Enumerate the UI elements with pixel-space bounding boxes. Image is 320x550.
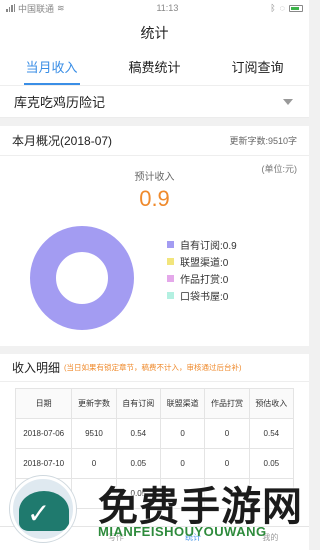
bluetooth-icon: ᛒ [270,3,276,13]
mute-icon: ◌ [279,3,285,13]
bottom-nav-stats[interactable]: 统计 [155,527,232,550]
table-cell: 0.54 [248,418,295,449]
legend-swatch [167,292,174,299]
income-detail-title: 收入明细 [12,361,61,375]
table-cell [248,478,295,509]
table-cell: 0.05 [115,448,161,479]
table-header-cell: 自有订阅 [115,388,161,419]
tab-subscription-query[interactable]: 订阅查询 [206,50,309,85]
book-selector[interactable]: 库克吃鸡历险记 [0,86,309,118]
table-cell: 0.05 [115,478,161,509]
bottom-nav-write[interactable]: 写作 [77,527,154,550]
table-header-cell: 更新字数 [71,388,117,419]
status-bar: 中国联通 ≋ 11:13 ᛒ ◌ [0,0,309,16]
table-row: 2018-07-10 0 0.05 0 0 0.05 [14,448,295,479]
overview-title: 本月概况(2018-07) [12,134,113,148]
legend-item: 联盟渠道:0 [167,253,237,270]
table-cell: 0.54 [115,418,161,449]
table-row: 0.05 [14,478,295,509]
legend-label: 口袋书屋:0 [180,292,229,303]
signal-icon [6,4,15,12]
clock: 11:13 [156,3,179,13]
bottom-nav-me[interactable]: 我的 [232,527,309,550]
table-cell [204,478,250,509]
table-row: 2018-07-06 9510 0.54 0 0 0.54 [14,418,295,449]
table-header-cell: 日期 [14,388,73,419]
legend-label: 自有订阅:0.9 [180,241,237,252]
legend-item: 作品打赏:0 [167,270,237,287]
legend-swatch [167,258,174,265]
tab-monthly-income[interactable]: 当月收入 [0,50,103,85]
donut-slice-0 [30,226,134,330]
table-cell: 2018-07-06 [14,418,73,449]
chart-legend: 自有订阅:0.9 联盟渠道:0 作品打赏:0 口袋书屋:0 [167,236,237,304]
table-header-cell: 作品打赏 [204,388,250,419]
table-header-cell: 联盟渠道 [159,388,206,419]
legend-swatch [167,275,174,282]
table-cell: 0 [71,448,117,479]
battery-icon [289,4,303,12]
page-title: 统计 [140,25,169,41]
table-cell: 0 [159,448,206,479]
table-cell: 0 [204,448,250,479]
table-cell [14,478,73,509]
tab-bar: 当月收入 稿费统计 订阅查询 [0,50,309,86]
estimated-income-label: 预计收入 [134,172,175,183]
legend-label: 作品打赏:0 [180,275,229,286]
legend-item: 口袋书屋:0 [167,287,237,304]
table-cell [159,478,206,509]
income-table: 日期 更新字数 自有订阅 联盟渠道 作品打赏 预估收入 2018-07-06 9510 0.5… [14,388,295,509]
table-cell [71,478,117,509]
income-donut-chart [30,226,134,330]
income-detail: 收入明细 (当日如果有锁定章节，稿费不计入，审核通过后台补) 日期 更新字数 自有订… [0,354,309,550]
tab-royalty-stats[interactable]: 稿费统计 [103,50,206,85]
carrier-label: 中国联通 [18,3,55,14]
update-word-count: 更新字数:9510字 [229,136,297,146]
book-name: 库克吃鸡历险记 [14,95,106,110]
chevron-down-icon [283,98,293,105]
legend-swatch [167,241,174,248]
bottom-nav: 消息 写作 统计 我的 [0,526,309,550]
estimated-income-value: 0.9 [139,186,170,211]
table-cell: 0 [159,418,206,449]
nav-bar: 统计 [0,16,309,50]
legend-item: 自有订阅:0.9 [167,236,237,253]
bottom-nav-messages[interactable]: 消息 [0,527,77,550]
income-detail-note: (当日如果有锁定章节，稿费不计入，审核通过后台补) [64,363,242,372]
legend-label: 联盟渠道:0 [180,258,229,269]
table-cell: 0 [204,418,250,449]
wifi-icon: ≋ [57,2,65,13]
table-header-cell: 预估收入 [248,388,295,419]
table-cell: 0.05 [248,448,295,479]
monthly-overview: 本月概况(2018-07) 更新字数:9510字 (单位:元) 预计收入 0.9… [0,126,309,346]
table-cell: 9510 [71,418,117,449]
table-cell: 2018-07-10 [14,448,73,479]
